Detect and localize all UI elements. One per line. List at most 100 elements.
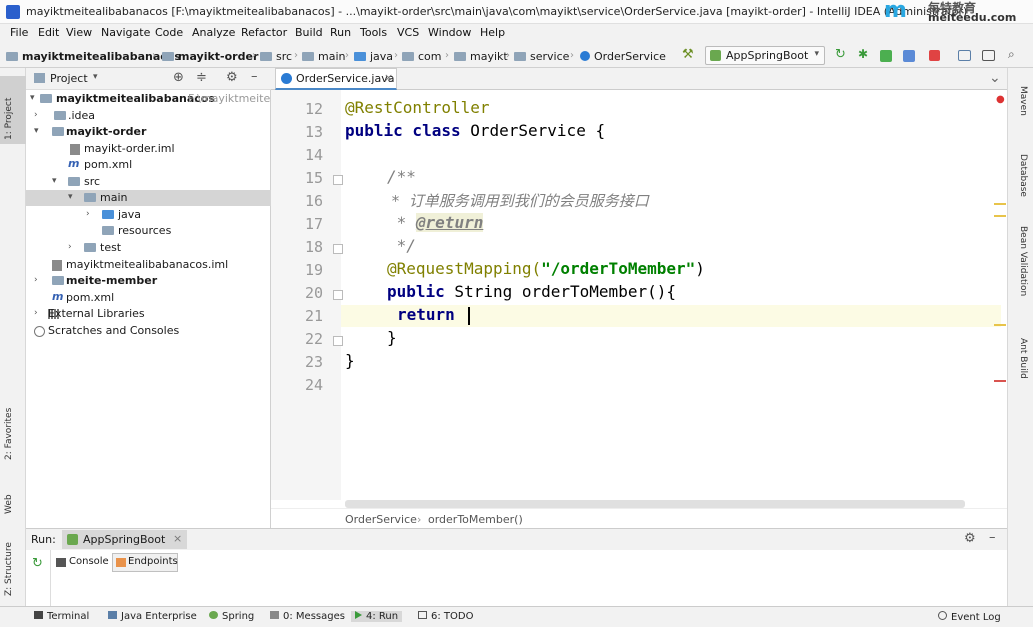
run-config-select[interactable]: AppSpringBoot ▾ bbox=[705, 46, 825, 65]
tab-todo[interactable]: 6: TODO bbox=[418, 611, 473, 622]
fold-marker[interactable] bbox=[333, 244, 343, 254]
more-tabs-icon[interactable]: ⌄ bbox=[989, 70, 1001, 86]
tree-item-iml[interactable]: mayikt-order.iml bbox=[26, 141, 271, 157]
breadcrumb-com[interactable]: com bbox=[402, 50, 442, 63]
window-icon[interactable] bbox=[982, 50, 995, 61]
watermark-logo: m 每特教育 meiteedu.com bbox=[884, 0, 1017, 24]
rerun-icon[interactable]: ↻ bbox=[32, 556, 43, 571]
tree-item-scratches[interactable]: Scratches and Consoles bbox=[26, 323, 271, 339]
tab-project[interactable]: 1: Project bbox=[4, 98, 14, 140]
tab-console[interactable]: Console bbox=[54, 554, 110, 572]
chevron-down-icon: ▾ bbox=[814, 49, 819, 59]
hide-icon[interactable]: – bbox=[251, 69, 258, 84]
breadcrumb-class[interactable]: OrderService bbox=[580, 50, 666, 63]
tab-ant-build[interactable]: Ant Build bbox=[1018, 338, 1028, 379]
horizontal-scrollbar[interactable] bbox=[345, 500, 965, 508]
tree-item-meite-member[interactable]: › meite-member bbox=[26, 273, 271, 289]
navigation-bar: mayiktmeitealibabanacos › mayikt-order ›… bbox=[0, 44, 1033, 68]
tab-java-enterprise[interactable]: Java Enterprise bbox=[108, 611, 197, 622]
menu-tools[interactable]: Tools bbox=[360, 26, 387, 39]
tab-endpoints[interactable]: Endpoints bbox=[112, 553, 178, 572]
tab-favorites[interactable]: 2: Favorites bbox=[4, 408, 14, 460]
class-icon bbox=[281, 73, 292, 84]
locate-icon[interactable]: ⊕ bbox=[173, 70, 184, 85]
tree-item-pom[interactable]: m pom.xml bbox=[26, 157, 271, 173]
tab-web[interactable]: Web bbox=[4, 494, 14, 514]
close-icon[interactable]: × bbox=[173, 532, 182, 545]
menu-help[interactable]: Help bbox=[480, 26, 505, 39]
tree-item-java[interactable]: › java bbox=[26, 207, 271, 223]
profile-icon[interactable] bbox=[903, 50, 915, 62]
hammer-icon[interactable]: ⚒ bbox=[682, 47, 696, 62]
coverage-icon[interactable] bbox=[880, 50, 892, 62]
menu-analyze[interactable]: Analyze bbox=[192, 26, 235, 39]
tool-window-bar: Terminal Java Enterprise Spring 0: Messa… bbox=[0, 606, 1033, 627]
stop-icon[interactable] bbox=[929, 50, 940, 61]
tree-item-mayikt-order[interactable]: ▾ mayikt-order bbox=[26, 124, 271, 140]
right-tool-stripe: Maven Database Bean Validation Ant Build bbox=[1007, 68, 1033, 606]
menu-vcs[interactable]: VCS bbox=[397, 26, 419, 39]
tab-bean-validation[interactable]: Bean Validation bbox=[1018, 226, 1028, 296]
tab-terminal[interactable]: Terminal bbox=[34, 611, 89, 622]
tree-item-src[interactable]: ▾ src bbox=[26, 174, 271, 190]
menu-refactor[interactable]: Refactor bbox=[241, 26, 287, 39]
menu-edit[interactable]: Edit bbox=[38, 26, 59, 39]
run-panel-body: ↻ Console Endpoints bbox=[26, 550, 1007, 606]
debug-icon[interactable]: ✱ bbox=[858, 47, 872, 61]
menu-file[interactable]: File bbox=[10, 26, 28, 39]
breadcrumb-src[interactable]: src bbox=[260, 50, 292, 63]
title-bar: mayiktmeitealibabanacos [F:\mayiktmeitea… bbox=[0, 0, 1033, 24]
breadcrumb-mayikt[interactable]: mayikt bbox=[454, 50, 508, 63]
tab-order-service[interactable]: OrderService.java × bbox=[275, 68, 397, 90]
tree-item-external-libraries[interactable]: › External Libraries bbox=[26, 306, 271, 322]
run-config-tab[interactable]: AppSpringBoot × bbox=[62, 530, 187, 549]
tree-item-root-pom[interactable]: m pom.xml bbox=[26, 290, 271, 306]
error-icon[interactable]: ● bbox=[996, 94, 1005, 105]
menu-bar: File Edit View Navigate Code Analyze Ref… bbox=[0, 24, 1033, 44]
project-panel: Project ▾ ⊕ ≑ ⚙ – ▾ mayiktmeitealibabana… bbox=[26, 68, 280, 528]
hide-icon[interactable]: – bbox=[989, 530, 996, 545]
fold-marker[interactable] bbox=[333, 290, 343, 300]
breadcrumb-service[interactable]: service bbox=[514, 50, 569, 63]
tab-spring[interactable]: Spring bbox=[209, 611, 254, 622]
tab-maven[interactable]: Maven bbox=[1018, 86, 1028, 116]
menu-window[interactable]: Window bbox=[428, 26, 471, 39]
breadcrumb-main[interactable]: main bbox=[302, 50, 345, 63]
project-panel-header: Project ▾ ⊕ ≑ ⚙ – bbox=[26, 68, 271, 90]
text-cursor bbox=[468, 307, 470, 325]
fold-marker[interactable] bbox=[333, 336, 343, 346]
close-icon[interactable]: × bbox=[384, 71, 393, 84]
gear-icon[interactable]: ⚙ bbox=[964, 531, 976, 546]
tab-structure[interactable]: Z: Structure bbox=[4, 542, 14, 596]
fold-marker[interactable] bbox=[333, 175, 343, 185]
menu-build[interactable]: Build bbox=[295, 26, 323, 39]
rerun-icon[interactable]: ↻ bbox=[835, 47, 849, 62]
chevron-down-icon[interactable]: ▾ bbox=[93, 72, 98, 82]
tree-item-test[interactable]: › test bbox=[26, 240, 271, 256]
tab-run[interactable]: 4: Run bbox=[351, 611, 403, 622]
intellij-icon bbox=[6, 5, 20, 19]
tree-item-main[interactable]: ▾ main bbox=[26, 190, 271, 206]
menu-code[interactable]: Code bbox=[155, 26, 183, 39]
search-icon[interactable]: ⌕ bbox=[1008, 47, 1022, 61]
tree-item-idea[interactable]: › .idea bbox=[26, 108, 271, 124]
menu-run[interactable]: Run bbox=[330, 26, 351, 39]
window-title: mayiktmeitealibabanacos [F:\mayiktmeitea… bbox=[26, 5, 968, 18]
breadcrumb-java[interactable]: java bbox=[354, 50, 393, 63]
tree-item-root-iml[interactable]: mayiktmeitealibabanacos.iml bbox=[26, 257, 271, 273]
tab-database[interactable]: Database bbox=[1018, 154, 1028, 197]
project-view-title[interactable]: Project bbox=[50, 72, 88, 85]
event-log-button[interactable]: Event Log bbox=[938, 611, 1001, 623]
tab-messages[interactable]: 0: Messages bbox=[270, 611, 345, 622]
collapse-all-icon[interactable]: ≑ bbox=[196, 70, 207, 85]
menu-navigate[interactable]: Navigate bbox=[101, 26, 150, 39]
project-structure-icon[interactable] bbox=[958, 50, 971, 61]
code-editor[interactable]: OrderService.java × ⌄ 12 13 14 15 16 17 … bbox=[271, 68, 1007, 528]
tree-item-root[interactable]: ▾ mayiktmeitealibabanacos F:\mayiktmeite… bbox=[26, 91, 280, 107]
tree-item-resources[interactable]: resources bbox=[26, 223, 271, 239]
menu-view[interactable]: View bbox=[66, 26, 92, 39]
editor-crumb-class[interactable]: OrderService bbox=[345, 513, 417, 526]
editor-crumb-method[interactable]: orderToMember() bbox=[428, 513, 523, 526]
gear-icon[interactable]: ⚙ bbox=[226, 70, 238, 85]
breadcrumb-module[interactable]: mayikt-order bbox=[162, 50, 258, 63]
